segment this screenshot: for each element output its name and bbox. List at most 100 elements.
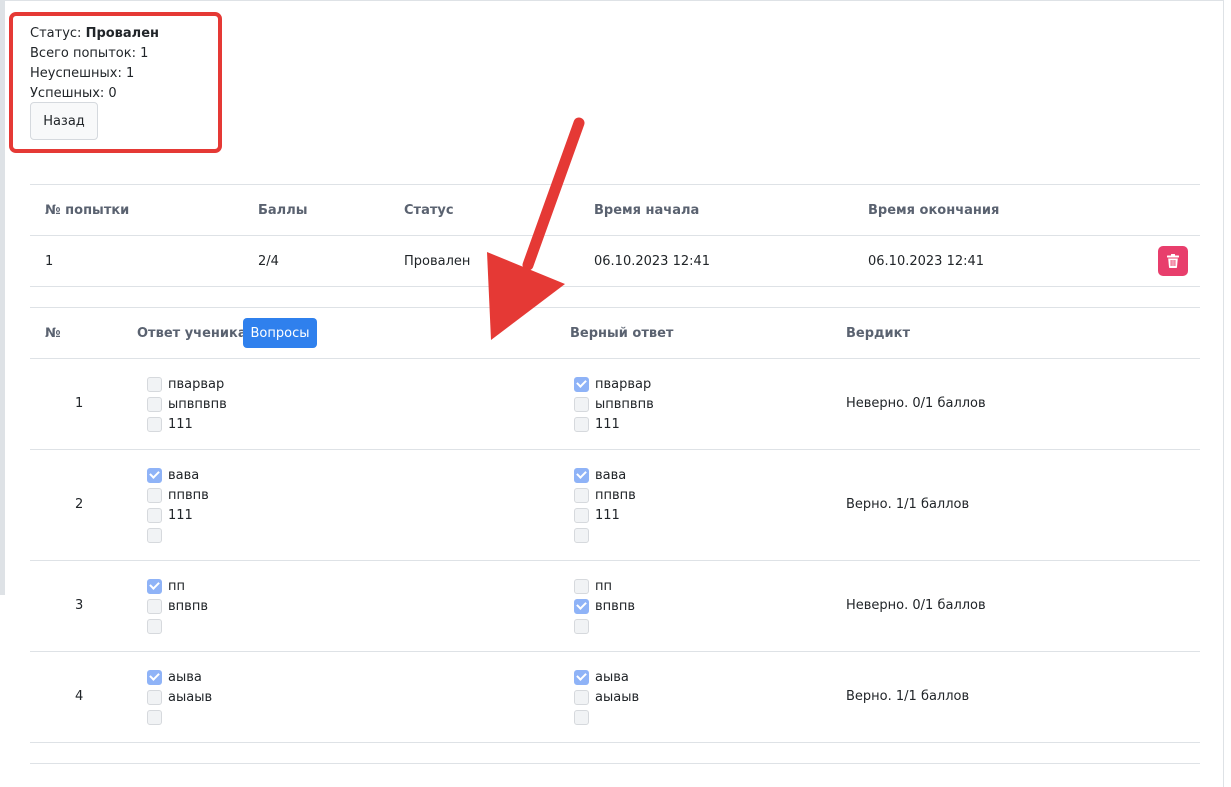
option-label: ыпвпвпв [595,396,654,412]
option-label: вава [168,467,200,483]
checkbox-checked [574,669,589,685]
correct-answer-option: 111 [574,505,620,525]
option-label: 111 [168,416,193,432]
attempt-score: 2/4 [258,254,279,269]
verdict: Неверно. 0/1 баллов [846,598,986,613]
question-number: 4 [75,689,84,704]
option-label: ыпвпвпв [168,396,227,412]
header-attempt-number: № попытки [45,203,130,218]
correct-answer-option: ыпвпвпв [574,394,654,414]
student-answer-option: ппвпв [147,485,209,505]
option-label: пварвар [595,376,652,392]
checkbox-unchecked [147,598,162,614]
answers-table-top-border [30,307,1200,308]
attempt-summary: Статус: Провален Всего попыток: 1 Неуспе… [30,24,159,104]
back-button[interactable]: Назад [30,102,98,140]
checkbox-checked [574,467,589,483]
correct-answer-option: вава [574,465,626,485]
checkbox-unchecked [574,487,589,503]
correct-answer-option: аыаыв [574,687,639,707]
student-answer-option [147,525,168,545]
correct-answer-option: впвпв [574,596,635,616]
header-score: Баллы [258,203,308,218]
checkbox-unchecked [147,416,162,432]
checkbox-unchecked [574,416,589,432]
correct-answer-option: ппвпв [574,485,636,505]
correct-answer-option: пварвар [574,374,651,394]
attempts-table-top-border [30,184,1200,185]
correct-answer-option [574,616,595,636]
verdict: Верно. 1/1 баллов [846,497,970,512]
checkbox-unchecked [147,709,162,725]
checkbox-unchecked [147,527,162,543]
checkbox-checked [147,669,162,685]
student-answer-option: вава [147,465,199,485]
student-answer-option: аыаыв [147,687,212,707]
option-label: аыва [595,669,629,685]
questions-button[interactable]: Вопросы [243,318,317,348]
checkbox-unchecked [147,376,162,392]
attempts-header-divider [30,235,1200,236]
option-label: впвпв [168,598,208,614]
correct-answer-option [574,525,595,545]
attempts-row-divider [30,286,1200,287]
checkbox-unchecked [574,507,589,523]
option-label: впвпв [595,598,635,614]
student-answer-option: 111 [147,414,193,434]
verdict: Неверно. 0/1 баллов [846,396,986,411]
answer-row-divider [30,560,1200,561]
correct-answer-option: 111 [574,414,620,434]
option-label: 111 [168,507,193,523]
attempt-end-time: 06.10.2023 12:41 [868,254,985,269]
status-line: Статус: Провален [30,26,159,41]
correct-answer-option: аыва [574,667,629,687]
attempt-start-time: 06.10.2023 12:41 [594,254,711,269]
checkbox-checked [574,376,589,392]
page-bottom-divider [30,763,1200,764]
failed-attempts: Неуспешных: 1 [30,66,135,81]
checkbox-unchecked [574,618,589,634]
checkbox-unchecked [574,709,589,725]
header-start-time: Время начала [594,203,700,218]
attempt-status: Провален [404,254,471,269]
option-label: 111 [595,507,620,523]
student-answer-option: ыпвпвпв [147,394,227,414]
option-label: 111 [595,416,620,432]
frame-right-border [1223,0,1224,787]
correct-answer-option [574,707,595,727]
option-label: пварвар [168,376,225,392]
question-number: 3 [75,598,84,613]
header-correct-answer: Верный ответ [570,326,674,341]
checkbox-unchecked [147,618,162,634]
attempt-number: 1 [45,254,54,269]
verdict: Верно. 1/1 баллов [846,689,970,704]
header-verdict: Вердикт [846,326,910,341]
checkbox-checked [574,598,589,614]
student-answer-option [147,616,168,636]
checkbox-checked [147,467,162,483]
header-end-time: Время окончания [868,203,1000,218]
correct-answer-option: пп [574,576,612,596]
option-label: вава [595,467,627,483]
student-answer-option: 111 [147,505,193,525]
answer-row-divider [30,449,1200,450]
question-number: 2 [75,497,84,512]
successful-attempts: Успешных: 0 [30,86,117,101]
option-label: аыаыв [595,689,640,705]
student-answer-option [147,707,168,727]
header-question-number: № [45,326,61,341]
option-label: ппвпв [168,487,209,503]
option-label: аыаыв [168,689,213,705]
answer-row-divider [30,651,1200,652]
student-answer-option: аыва [147,667,202,687]
frame-left-border [0,0,5,595]
student-answer-option: впвпв [147,596,208,616]
checkbox-unchecked [574,396,589,412]
delete-attempt-button[interactable] [1158,246,1188,276]
checkbox-unchecked [147,396,162,412]
answers-header-divider [30,358,1200,359]
checkbox-checked [147,578,162,594]
checkbox-unchecked [574,527,589,543]
header-student-answer: Ответ ученика [137,326,247,341]
frame-top-border [5,0,1223,1]
